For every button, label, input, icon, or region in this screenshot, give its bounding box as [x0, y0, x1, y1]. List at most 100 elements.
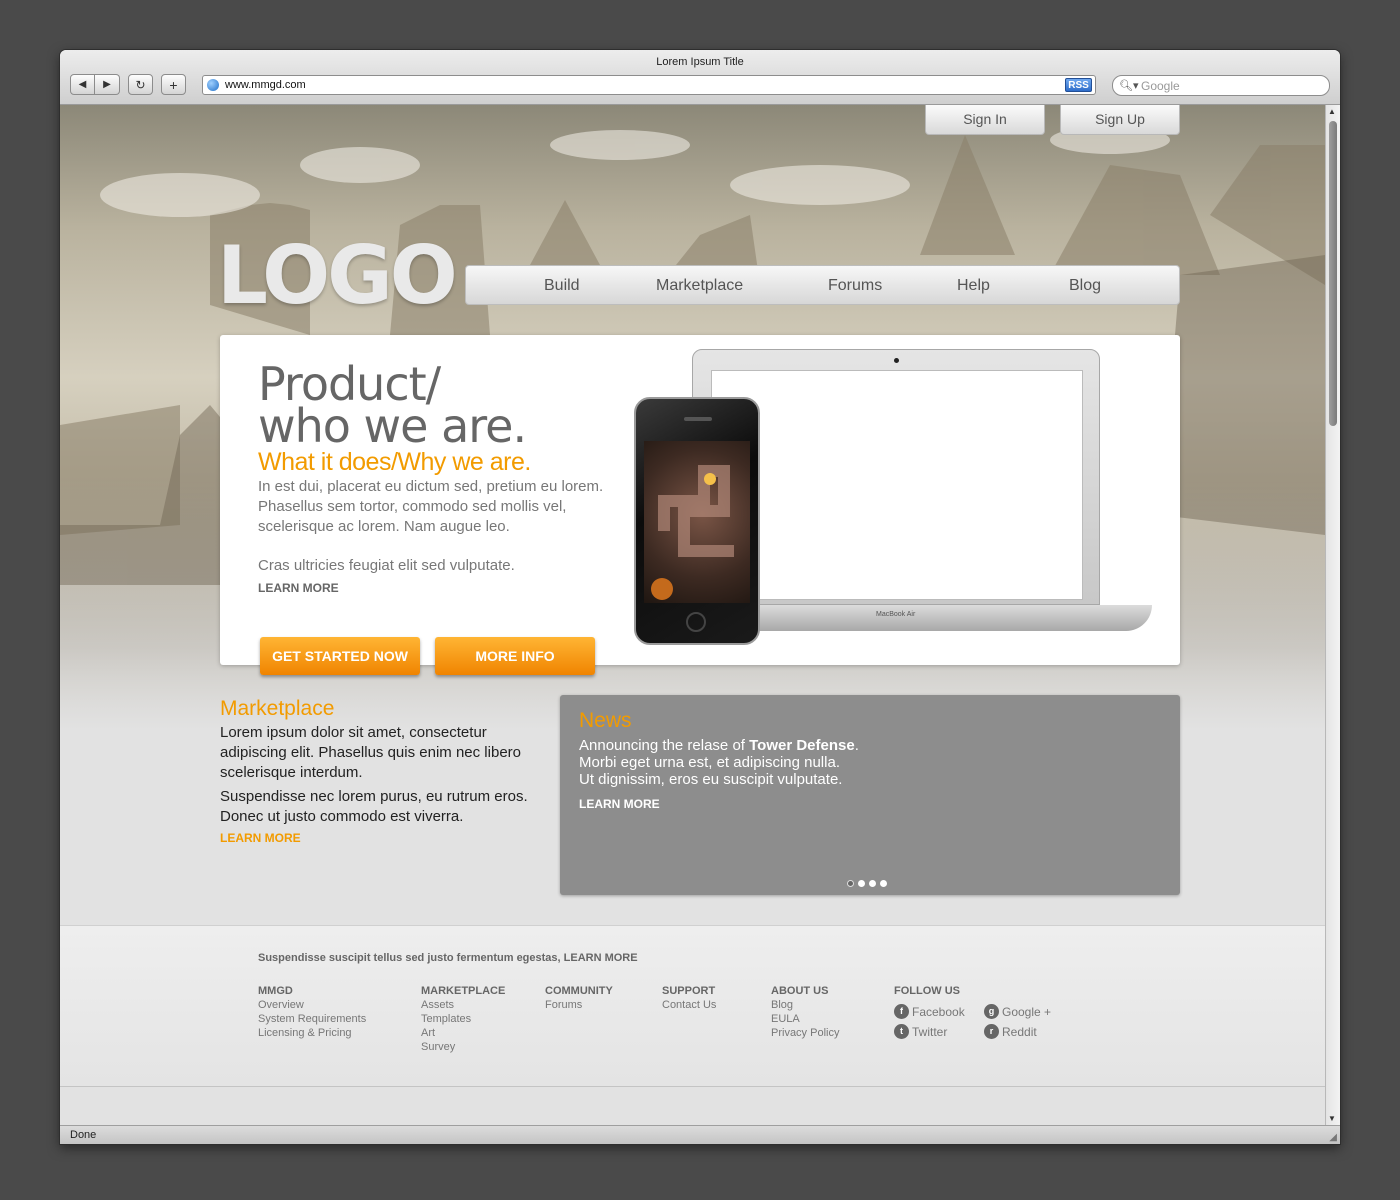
- status-text: Done: [70, 1129, 97, 1141]
- carousel-dot[interactable]: [847, 880, 854, 887]
- marketplace-paragraph-2: Suspendisse nec lorem purus, eu rutrum e…: [220, 788, 528, 825]
- address-bar[interactable]: www.mmgd.com RSS: [202, 75, 1096, 95]
- footer-link[interactable]: Forums: [545, 998, 613, 1012]
- footer-link[interactable]: Blog: [771, 998, 839, 1012]
- main-navigation: Build Marketplace Forums Help Blog: [465, 265, 1180, 305]
- nav-item-build[interactable]: Build: [544, 277, 580, 295]
- news-line-3: Ut dignissim, eros eu suscipit vulputate…: [579, 771, 843, 788]
- news-product-name: Tower Defense: [749, 737, 855, 754]
- social-label: Twitter: [912, 1024, 948, 1039]
- page-footer: Suspendisse suscipit tellus sed justo fe…: [60, 925, 1325, 1087]
- browser-window: Lorem Ipsum Title ◀ ▶ ↻ + www.mmgd.com R…: [60, 50, 1340, 1144]
- footer-heading: MARKETPLACE: [421, 985, 506, 997]
- browser-toolbar: Lorem Ipsum Title ◀ ▶ ↻ + www.mmgd.com R…: [60, 50, 1340, 105]
- hero-learn-more-link[interactable]: LEARN MORE: [258, 581, 339, 595]
- vertical-scrollbar[interactable]: ▲ ▼: [1325, 105, 1340, 1125]
- phone-game-screen: [644, 441, 750, 603]
- forward-arrow-icon: ▶: [103, 79, 111, 90]
- phone-speaker: [684, 417, 712, 421]
- reload-icon: ↻: [135, 77, 146, 92]
- get-started-button[interactable]: GET STARTED NOW: [260, 637, 420, 675]
- add-tab-icon: +: [169, 76, 178, 93]
- laptop-camera: [894, 358, 899, 363]
- footer-link[interactable]: EULA: [771, 1012, 839, 1026]
- hero-headline-line2: who we are.: [258, 399, 527, 453]
- back-button[interactable]: ◀: [70, 74, 95, 95]
- nav-item-forums[interactable]: Forums: [828, 277, 882, 295]
- window-title: Lorem Ipsum Title: [656, 56, 744, 68]
- sign-in-button[interactable]: Sign In: [925, 105, 1045, 135]
- news-line-1: Announcing the relase of Tower Defense.: [579, 737, 1139, 754]
- footer-column-follow: FOLLOW US: [894, 984, 960, 998]
- social-twitter-link[interactable]: t Twitter: [894, 1024, 947, 1039]
- social-google-plus-link[interactable]: g Google +: [984, 1004, 1051, 1019]
- news-line-2: Morbi eget urna est, et adipiscing nulla…: [579, 754, 840, 771]
- reload-button[interactable]: ↻: [128, 74, 153, 95]
- google-plus-icon: g: [984, 1004, 999, 1019]
- facebook-icon: f: [894, 1004, 909, 1019]
- footer-column-community: COMMUNITY Forums: [545, 984, 613, 1012]
- search-placeholder: Google: [1141, 79, 1180, 93]
- social-facebook-link[interactable]: f Facebook: [894, 1004, 965, 1019]
- footer-link[interactable]: Assets: [421, 998, 505, 1012]
- game-maze-graphic: [651, 465, 734, 600]
- more-info-button[interactable]: MORE INFO: [435, 637, 595, 675]
- news-panel: News Announcing the relase of Tower Defe…: [560, 695, 1180, 895]
- forward-button[interactable]: ▶: [95, 74, 120, 95]
- nav-item-marketplace[interactable]: Marketplace: [656, 277, 743, 295]
- marketplace-section: Marketplace Lorem ipsum dolor sit amet, …: [220, 697, 540, 845]
- add-tab-button[interactable]: +: [161, 74, 186, 95]
- carousel-dot[interactable]: [869, 880, 876, 887]
- footer-link[interactable]: Licensing & Pricing: [258, 1026, 366, 1040]
- footer-heading: FOLLOW US: [894, 985, 960, 997]
- footer-link[interactable]: Templates: [421, 1012, 505, 1026]
- sign-up-button[interactable]: Sign Up: [1060, 105, 1180, 135]
- footer-link[interactable]: Art: [421, 1026, 505, 1040]
- search-icon: 🔍︎▾: [1119, 80, 1139, 92]
- footer-column-mmgd: MMGD Overview System Requirements Licens…: [258, 984, 366, 1040]
- globe-icon: [207, 79, 219, 91]
- social-label: Facebook: [912, 1004, 965, 1019]
- scroll-up-icon[interactable]: ▲: [1328, 107, 1336, 116]
- hero-body: In est dui, placerat eu dictum sed, pret…: [258, 478, 604, 535]
- footer-link[interactable]: Privacy Policy: [771, 1026, 839, 1040]
- scrollbar-thumb[interactable]: [1329, 121, 1337, 426]
- nav-item-blog[interactable]: Blog: [1069, 277, 1101, 295]
- footer-column-support: SUPPORT Contact Us: [662, 984, 716, 1012]
- carousel-dot[interactable]: [880, 880, 887, 887]
- reddit-icon: r: [984, 1024, 999, 1039]
- social-reddit-link[interactable]: r Reddit: [984, 1024, 1037, 1039]
- footer-heading: SUPPORT: [662, 985, 716, 997]
- footer-link[interactable]: Survey: [421, 1040, 505, 1054]
- marketplace-learn-more-link[interactable]: LEARN MORE: [220, 831, 540, 845]
- rss-button[interactable]: RSS: [1065, 78, 1092, 92]
- nav-item-help[interactable]: Help: [957, 277, 990, 295]
- footer-link[interactable]: System Requirements: [258, 1012, 366, 1026]
- hero-subhead: What it does/Why we are.: [258, 448, 531, 476]
- nav-button-group: ◀ ▶ ↻ +: [70, 74, 186, 95]
- hero-body-secondary: Cras ultricies feugiat elit sed vulputat…: [258, 557, 515, 574]
- marketplace-title: Marketplace: [220, 697, 335, 720]
- footer-tagline[interactable]: Suspendisse suscipit tellus sed justo fe…: [258, 952, 638, 964]
- news-learn-more-link[interactable]: LEARN MORE: [579, 797, 660, 811]
- news-title: News: [579, 709, 632, 732]
- url-text: www.mmgd.com: [225, 79, 306, 91]
- search-input[interactable]: 🔍︎▾ Google: [1112, 75, 1330, 96]
- scroll-down-icon[interactable]: ▼: [1328, 1114, 1336, 1123]
- marketplace-paragraph-1: Lorem ipsum dolor sit amet, consectetur …: [220, 724, 521, 781]
- news-line-1-prefix: Announcing the relase of: [579, 737, 750, 754]
- carousel-dot[interactable]: [858, 880, 865, 887]
- footer-column-marketplace: MARKETPLACE Assets Templates Art Survey: [421, 984, 505, 1054]
- news-text: Announcing the relase of Tower Defense. …: [579, 737, 1139, 788]
- product-card: Product/ who we are. What it does/Why we…: [220, 335, 1180, 675]
- carousel-indicators: [847, 880, 887, 887]
- footer-column-about: ABOUT US Blog EULA Privacy Policy: [771, 984, 839, 1040]
- site-logo[interactable]: LOGO: [217, 236, 458, 316]
- footer-heading: COMMUNITY: [545, 985, 613, 997]
- footer-link[interactable]: Overview: [258, 998, 366, 1012]
- footer-link[interactable]: Contact Us: [662, 998, 716, 1012]
- news-line-1-suffix: .: [854, 737, 859, 754]
- hero-headline: Product/ who we are.: [258, 361, 527, 453]
- page-viewport: Sign In Sign Up LOGO Build Marketplace F…: [60, 105, 1325, 1125]
- resize-grip-icon[interactable]: ◢: [1329, 1132, 1337, 1143]
